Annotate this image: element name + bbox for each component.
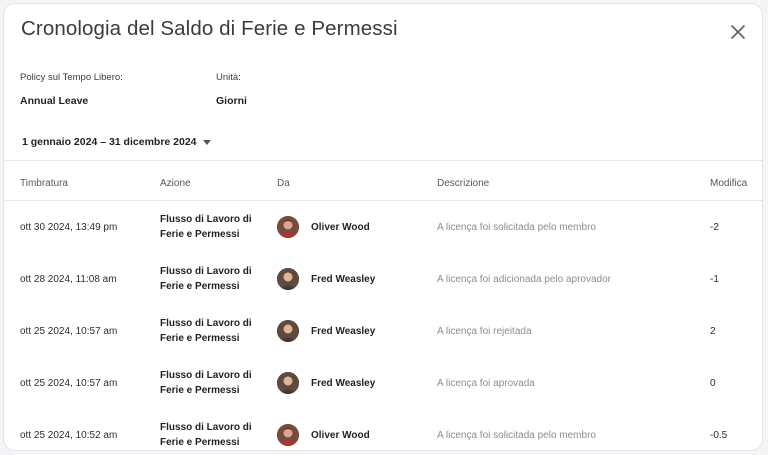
date-range-label: 1 gennaio 2024 – 31 dicembre 2024 xyxy=(22,136,197,148)
description-cell: A licença foi solicitada pelo membro xyxy=(437,430,596,441)
change-cell: -0.5 xyxy=(710,430,728,441)
action-line: Flusso di Lavoro di xyxy=(160,266,252,277)
table-row: ott 25 2024, 10:52 am Flusso di Lavoro d… xyxy=(4,409,762,450)
action-line: Flusso di Lavoro di xyxy=(160,214,252,225)
change-cell: 2 xyxy=(710,326,716,337)
action-line: Ferie e Permessi xyxy=(160,437,240,448)
change-cell: -1 xyxy=(710,274,719,285)
header-action: Azione xyxy=(160,178,191,189)
description-cell: A licença foi adicionada pelo aprovador xyxy=(437,274,612,285)
avatar xyxy=(277,320,299,342)
policy-label: Policy sul Tempo Libero: xyxy=(20,72,123,83)
action-line: Ferie e Permessi xyxy=(160,281,240,292)
dialog-title: Cronologia del Saldo di Ferie e Permessi xyxy=(21,17,398,40)
header-change: Modifica xyxy=(710,178,748,189)
action-cell: Flusso di Lavoro di Ferie e Permessi xyxy=(160,420,260,450)
table-row: ott 30 2024, 13:49 pm Flusso di Lavoro d… xyxy=(4,201,762,253)
action-cell: Flusso di Lavoro di Ferie e Permessi xyxy=(160,264,260,294)
action-cell: Flusso di Lavoro di Ferie e Permessi xyxy=(160,368,260,398)
timestamp-cell: ott 28 2024, 11:08 am xyxy=(20,274,117,285)
action-line: Flusso di Lavoro di xyxy=(160,370,252,381)
description-cell: A licença foi rejeitada xyxy=(437,326,532,337)
action-line: Flusso di Lavoro di xyxy=(160,422,252,433)
date-range-selector[interactable]: 1 gennaio 2024 – 31 dicembre 2024 xyxy=(22,136,211,148)
action-line: Ferie e Permessi xyxy=(160,229,240,240)
from-cell: Oliver Wood xyxy=(311,430,370,441)
avatar xyxy=(277,268,299,290)
unit-label: Unità: xyxy=(216,72,241,83)
timestamp-cell: ott 25 2024, 10:52 am xyxy=(20,430,118,441)
table-row: ott 28 2024, 11:08 am Flusso di Lavoro d… xyxy=(4,253,762,305)
header-timestamp: Timbratura xyxy=(20,178,68,189)
action-cell: Flusso di Lavoro di Ferie e Permessi xyxy=(160,316,260,346)
unit-value: Giorni xyxy=(216,95,247,107)
change-cell: -2 xyxy=(710,222,719,233)
timestamp-cell: ott 25 2024, 10:57 am xyxy=(20,378,118,389)
change-cell: 0 xyxy=(710,378,716,389)
avatar xyxy=(277,424,299,446)
divider xyxy=(4,160,762,161)
avatar xyxy=(277,372,299,394)
table-row: ott 25 2024, 10:57 am Flusso di Lavoro d… xyxy=(4,357,762,409)
description-cell: A licença foi solicitada pelo membro xyxy=(437,222,596,233)
timestamp-cell: ott 25 2024, 10:57 am xyxy=(20,326,118,337)
table-row: ott 25 2024, 10:57 am Flusso di Lavoro d… xyxy=(4,305,762,357)
description-cell: A licença foi aprovada xyxy=(437,378,535,389)
from-cell: Oliver Wood xyxy=(311,222,370,233)
action-line: Ferie e Permessi xyxy=(160,333,240,344)
header-description: Descrizione xyxy=(437,178,490,189)
policy-value: Annual Leave xyxy=(20,95,89,107)
header-from: Da xyxy=(277,178,290,189)
from-cell: Fred Weasley xyxy=(311,378,376,389)
from-cell: Fred Weasley xyxy=(311,326,376,337)
close-icon[interactable] xyxy=(726,20,750,44)
from-cell: Fred Weasley xyxy=(311,274,376,285)
avatar xyxy=(277,216,299,238)
timestamp-cell: ott 30 2024, 13:49 pm xyxy=(20,222,118,233)
action-line: Ferie e Permessi xyxy=(160,385,240,396)
caret-down-icon xyxy=(202,139,211,145)
action-line: Flusso di Lavoro di xyxy=(160,318,252,329)
balance-history-dialog: Cronologia del Saldo di Ferie e Permessi… xyxy=(3,3,763,451)
action-cell: Flusso di Lavoro di Ferie e Permessi xyxy=(160,212,260,242)
